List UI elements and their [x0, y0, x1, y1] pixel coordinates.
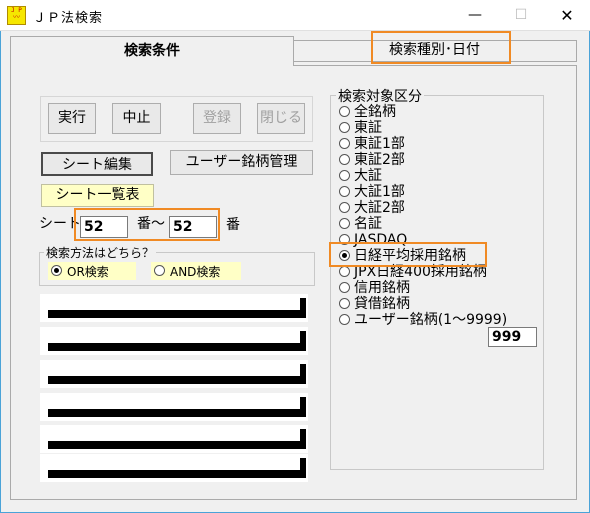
run-button[interactable]: 実行: [48, 103, 96, 134]
user-stock-manage-button[interactable]: ユーザー銘柄管理: [170, 150, 313, 175]
radio-icon[interactable]: [339, 282, 350, 293]
redaction-bar: [48, 343, 306, 351]
redaction-tick: [300, 298, 306, 318]
sheet-suffix-label: 番: [226, 217, 240, 233]
sheet-to-input[interactable]: 52: [169, 216, 217, 238]
radio-icon[interactable]: [339, 106, 350, 117]
redaction-bar: [48, 376, 306, 384]
radio-icon[interactable]: [339, 122, 350, 133]
target-option-nikkei225[interactable]: 日経平均採用銘柄: [339, 248, 466, 264]
or-search-label: OR検索: [67, 265, 109, 279]
target-option-tse1[interactable]: 東証1部: [339, 136, 405, 152]
radio-selected-icon[interactable]: [339, 250, 350, 261]
target-option-jpx400[interactable]: JPX日経400採用銘柄: [339, 264, 487, 280]
redaction-tick: [300, 331, 306, 351]
and-search-radio[interactable]: [154, 265, 165, 276]
close-window-button[interactable]: ✕: [544, 0, 590, 31]
search-method-title: 検索方法はどちら？: [44, 244, 157, 261]
tab-search-type-date[interactable]: 検索種別･日付: [292, 40, 577, 62]
stop-button[interactable]: 中止: [112, 103, 161, 134]
close-button[interactable]: 閉じる: [257, 103, 305, 134]
redacted-row: [40, 327, 308, 355]
maximize-button[interactable]: ☐: [498, 0, 544, 31]
radio-icon[interactable]: [339, 314, 350, 325]
sheet-label: シート: [39, 216, 81, 232]
redaction-tick: [300, 364, 306, 384]
target-option-nse[interactable]: 名証: [339, 216, 382, 232]
minimize-button[interactable]: —: [452, 0, 498, 31]
target-option-ose2[interactable]: 大証2部: [339, 200, 405, 216]
redaction-tick: [300, 429, 306, 449]
radio-icon[interactable]: [339, 154, 350, 165]
radio-icon[interactable]: [339, 138, 350, 149]
radio-icon[interactable]: [339, 266, 350, 277]
redacted-row: [40, 294, 308, 322]
redaction-tick: [300, 397, 306, 417]
radio-icon[interactable]: [339, 234, 350, 245]
radio-icon[interactable]: [339, 298, 350, 309]
radio-icon[interactable]: [339, 170, 350, 181]
target-option-tse2[interactable]: 東証2部: [339, 152, 405, 168]
target-option-ose1[interactable]: 大証1部: [339, 184, 405, 200]
target-option-jasdaq[interactable]: JASDAQ: [339, 232, 407, 248]
search-target-title: 検索対象区分: [336, 86, 424, 106]
redaction-bar: [48, 409, 306, 417]
target-option-margin[interactable]: 信用銘柄: [339, 280, 410, 296]
redacted-row: [40, 393, 308, 421]
radio-icon[interactable]: [339, 218, 350, 229]
redacted-row: [40, 360, 308, 388]
or-search-radio[interactable]: [51, 265, 62, 276]
and-search-label: AND検索: [170, 265, 221, 279]
app-logo-icon: J P 〰: [7, 6, 26, 25]
redaction-tick: [300, 458, 306, 478]
user-stock-number-input[interactable]: 999: [488, 327, 537, 347]
target-option-lending[interactable]: 貸借銘柄: [339, 296, 410, 312]
redacted-row: [40, 425, 308, 453]
target-option-ose[interactable]: 大証: [339, 168, 382, 184]
sheet-list-button[interactable]: シート一覧表: [41, 184, 154, 207]
register-button[interactable]: 登録: [193, 103, 241, 134]
sheet-from-input[interactable]: 52: [80, 216, 128, 238]
title-bar: J P 〰 ＪＰ法検索 — ☐ ✕: [0, 0, 590, 31]
target-option-tse[interactable]: 東証: [339, 120, 382, 136]
tab-search-conditions[interactable]: 検索条件: [10, 36, 294, 66]
redacted-row: [40, 454, 308, 482]
sheet-edit-button[interactable]: シート編集: [41, 152, 153, 176]
target-option-user[interactable]: ユーザー銘柄(1〜9999): [339, 312, 507, 328]
target-option-all[interactable]: 全銘柄: [339, 104, 396, 120]
redaction-bar: [48, 441, 306, 449]
window-title: ＪＰ法検索: [33, 11, 104, 26]
redaction-bar: [48, 470, 306, 478]
radio-icon[interactable]: [339, 202, 350, 213]
radio-icon[interactable]: [339, 186, 350, 197]
sheet-middle-label: 番〜: [137, 216, 165, 232]
redaction-bar: [48, 310, 306, 318]
